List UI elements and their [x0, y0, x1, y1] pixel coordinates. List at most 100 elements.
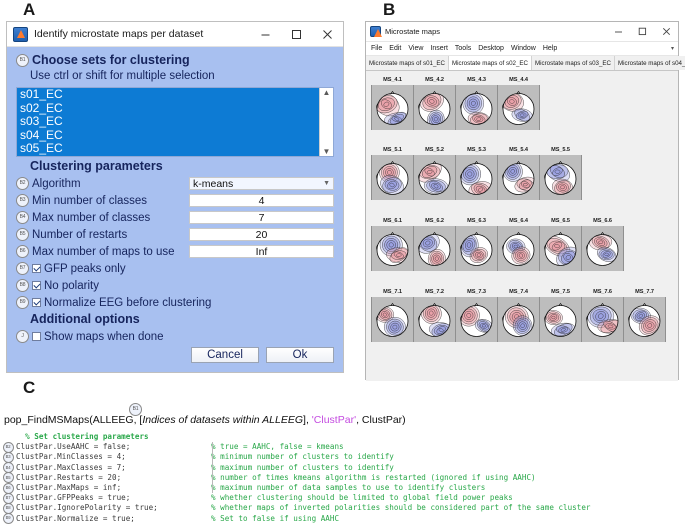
- show-maps-checkbox[interactable]: [32, 332, 41, 341]
- topoplot-icon: [540, 297, 581, 342]
- microstate-map-cell[interactable]: MS_7.5: [540, 297, 582, 342]
- code-statement: % Set clustering parameters: [16, 432, 211, 442]
- menu-tools[interactable]: Tools: [455, 45, 471, 52]
- map-label: MS_4.3: [456, 77, 497, 83]
- step-badge-b6: B6: [16, 245, 29, 258]
- tab-s04[interactable]: Microstate maps of s04_EC: [615, 56, 685, 70]
- microstate-map-cell[interactable]: MS_4.4: [498, 85, 539, 130]
- menu-overflow-icon[interactable]: ▾: [671, 45, 674, 52]
- topoplot-icon: [582, 226, 623, 271]
- tab-s03[interactable]: Microstate maps of s03_EC: [532, 56, 615, 70]
- normalize-checkbox[interactable]: [32, 298, 41, 307]
- microstate-map-cell[interactable]: MS_6.4: [498, 226, 540, 271]
- cancel-button[interactable]: Cancel: [191, 347, 259, 363]
- menu-help[interactable]: Help: [543, 45, 557, 52]
- topoplot-icon: [372, 226, 413, 271]
- microstate-map-cell[interactable]: MS_7.6: [582, 297, 624, 342]
- restarts-input[interactable]: 20: [189, 228, 334, 241]
- tab-s01[interactable]: Microstate maps of s01_EC: [366, 56, 449, 70]
- code-statement: ClustPar.MaxClasses = 7;: [16, 463, 211, 473]
- max-maps-label: Max number of maps to use: [32, 246, 175, 258]
- code-statement: ClustPar.UseAAHC = false;: [16, 442, 211, 452]
- maximize-icon[interactable]: [630, 22, 654, 41]
- microstate-map-cell[interactable]: MS_5.2: [414, 155, 456, 200]
- microstate-map-cell[interactable]: MS_6.1: [372, 226, 414, 271]
- microstate-map-cell[interactable]: MS_6.2: [414, 226, 456, 271]
- no-polarity-checkbox[interactable]: [32, 281, 41, 290]
- close-icon[interactable]: [312, 22, 343, 46]
- gfp-peaks-label: GFP peaks only: [44, 263, 126, 275]
- algorithm-select[interactable]: k-means ▼: [189, 177, 334, 190]
- microstate-map-cell[interactable]: MS_5.5: [540, 155, 581, 200]
- map-label: MS_6.3: [456, 218, 497, 224]
- min-classes-input[interactable]: 4: [189, 194, 334, 207]
- microstate-map-cell[interactable]: MS_7.2: [414, 297, 456, 342]
- map-label: MS_7.7: [624, 289, 665, 295]
- listbox-scrollbar[interactable]: ▲ ▼: [319, 88, 333, 156]
- step-badge-b2: B2: [16, 177, 29, 190]
- row-algorithm: B2 Algorithm k-means ▼: [16, 176, 334, 191]
- minimize-icon[interactable]: [250, 22, 281, 46]
- close-icon[interactable]: [654, 22, 678, 41]
- code-comment: % whether maps of inverted polarities sh…: [211, 503, 590, 513]
- microstate-map-cell[interactable]: MS_7.4: [498, 297, 540, 342]
- microstate-map-cell[interactable]: MS_6.6: [582, 226, 623, 271]
- minimize-icon[interactable]: [606, 22, 630, 41]
- min-classes-label: Min number of classes: [32, 195, 147, 207]
- menu-view[interactable]: View: [408, 45, 423, 52]
- list-item[interactable]: s05_EC: [17, 142, 333, 156]
- map-label: MS_7.2: [414, 289, 455, 295]
- list-item[interactable]: s03_EC: [17, 115, 333, 129]
- list-item[interactable]: s04_EC: [17, 129, 333, 143]
- microstate-map-cell[interactable]: MS_5.3: [456, 155, 498, 200]
- list-item[interactable]: s02_EC: [17, 102, 333, 116]
- menu-insert[interactable]: Insert: [430, 45, 448, 52]
- algorithm-value: k-means: [193, 178, 233, 190]
- microstate-map-cell[interactable]: MS_7.3: [456, 297, 498, 342]
- map-label: MS_6.5: [540, 218, 581, 224]
- code-line: B7ClustPar.GFPPeaks = true;% whether clu…: [0, 493, 685, 503]
- microstate-map-cell[interactable]: MS_7.1: [372, 297, 414, 342]
- microstate-map-cell[interactable]: MS_4.2: [414, 85, 456, 130]
- step-badge-b9: B9: [16, 296, 29, 309]
- maximize-icon[interactable]: [281, 22, 312, 46]
- microstate-map-cell[interactable]: MS_4.1: [372, 85, 414, 130]
- matlab-figure-icon: [13, 27, 28, 42]
- menu-window[interactable]: Window: [511, 45, 536, 52]
- menu-desktop[interactable]: Desktop: [478, 45, 504, 52]
- microstate-map-cell[interactable]: MS_4.3: [456, 85, 498, 130]
- microstate-map-cell[interactable]: MS_6.3: [456, 226, 498, 271]
- code-cursor: [212, 442, 213, 493]
- algorithm-label: Algorithm: [32, 178, 81, 190]
- microstate-map-cell[interactable]: MS_7.7: [624, 297, 665, 342]
- step-badge-b9: B9: [3, 513, 14, 524]
- scroll-up-icon[interactable]: ▲: [323, 88, 331, 97]
- microstate-map-cell[interactable]: MS_6.5: [540, 226, 582, 271]
- gfp-peaks-checkbox[interactable]: [32, 264, 41, 273]
- step-badge-b3: B3: [16, 194, 29, 207]
- max-maps-input[interactable]: Inf: [189, 245, 334, 258]
- topoplot-icon: [414, 85, 455, 130]
- ok-button[interactable]: Ok: [266, 347, 334, 363]
- list-item[interactable]: s01_EC: [17, 88, 333, 102]
- code-statement: ClustPar.MaxMaps = inf;: [16, 483, 211, 493]
- step-badge-b7: B7: [16, 262, 29, 275]
- tab-s02[interactable]: Microstate maps of s02_EC: [449, 56, 532, 70]
- row-max-maps: B6 Max number of maps to use Inf: [16, 244, 334, 259]
- max-classes-input[interactable]: 7: [189, 211, 334, 224]
- figure-tabbar: Microstate maps of s01_EC Microstate map…: [366, 56, 678, 71]
- chevron-down-icon: ▼: [323, 180, 330, 187]
- map-label: MS_7.5: [540, 289, 581, 295]
- dataset-listbox[interactable]: s01_EC s02_EC s03_EC s04_EC s05_EC ▲ ▼: [16, 87, 334, 157]
- microstate-map-cell[interactable]: MS_5.1: [372, 155, 414, 200]
- map-label: MS_7.6: [582, 289, 623, 295]
- microstate-map-cell[interactable]: MS_5.4: [498, 155, 540, 200]
- row-normalize: B9 Normalize EEG before clustering: [16, 295, 334, 310]
- code-comment: % minimum number of clusters to identify: [211, 452, 394, 462]
- menu-file[interactable]: File: [371, 45, 382, 52]
- panel-label-a: A: [23, 0, 36, 20]
- microstate-maps-figure-window: Microstate maps File Edit View Insert To…: [365, 21, 679, 380]
- scroll-down-icon[interactable]: ▼: [323, 147, 331, 156]
- dialog-window-controls: [250, 22, 343, 46]
- menu-edit[interactable]: Edit: [389, 45, 401, 52]
